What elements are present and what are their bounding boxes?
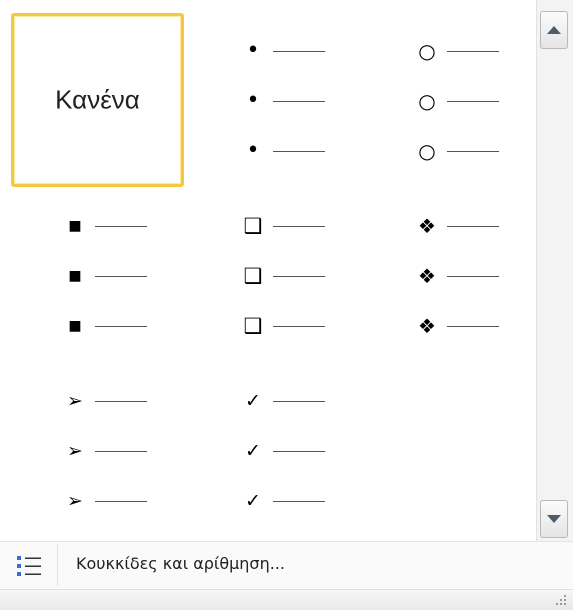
bullet-arrowhead-icon: ➢ (67, 440, 83, 462)
resize-grip-icon[interactable] (555, 594, 567, 606)
bullet-preview-row: • (239, 38, 325, 63)
text-placeholder-line (95, 225, 147, 227)
text-placeholder-line (447, 325, 499, 327)
bullet-arrowhead-icon: ➢ (67, 490, 83, 512)
bullet-preview-row: ✓ (239, 491, 325, 511)
text-placeholder-line (273, 325, 325, 327)
bullet-preview-row: ■ (61, 266, 147, 286)
bullet-preview-row: ➢ (61, 491, 147, 511)
bullet-preview-row: ❑ (239, 264, 325, 288)
text-placeholder-line (447, 150, 499, 152)
bullet-checkmark-icon: ✓ (245, 490, 261, 512)
bullet-option-bullet-hollow-box[interactable]: ❑ ❑ ❑ (189, 188, 362, 362)
text-placeholder-line (273, 450, 325, 452)
text-placeholder-line (95, 400, 147, 402)
bullet-checkmark-icon: ✓ (245, 440, 261, 462)
text-placeholder-line (273, 400, 325, 402)
text-placeholder-line (273, 500, 325, 502)
define-new-bullet-menu-item[interactable]: Κουκκίδες και αρίθμηση... (0, 541, 573, 589)
define-new-bullet-label: Κουκκίδες και αρίθμηση... (76, 554, 285, 573)
bullet-four-diamond-icon: ❖ (418, 314, 436, 338)
bullet-dot-icon: • (246, 138, 260, 163)
triangle-up-icon (547, 26, 561, 34)
bullet-preview-row: ○ (413, 41, 499, 61)
bullet-filled-square-icon: ■ (68, 268, 82, 284)
bullet-hollow-box-icon: ❑ (243, 214, 263, 238)
bullet-option-bullet-hollow-circle[interactable]: ○ ○ ○ (363, 13, 536, 187)
bullet-four-diamond-icon: ❖ (418, 264, 436, 288)
bullet-filled-square-icon: ■ (68, 318, 82, 334)
gallery-scrollbar[interactable] (536, 0, 573, 541)
menu-separator (57, 544, 58, 586)
text-placeholder-line (95, 275, 147, 277)
bullet-dot-icon: • (246, 88, 260, 113)
bullet-preview-row: ○ (413, 91, 499, 111)
bullet-preview-row: ■ (61, 316, 147, 336)
bullet-preview-row: ✓ (239, 391, 325, 411)
text-placeholder-line (273, 150, 325, 152)
text-placeholder-line (447, 225, 499, 227)
scroll-up-button[interactable] (540, 11, 568, 49)
text-placeholder-line (273, 275, 325, 277)
bullet-dot-icon: • (246, 38, 260, 63)
resize-strip (0, 589, 573, 610)
bullet-preview-row: ➢ (61, 441, 147, 461)
none-label: Κανένα (55, 84, 140, 115)
text-placeholder-line (447, 50, 499, 52)
text-placeholder-line (95, 325, 147, 327)
text-placeholder-line (273, 50, 325, 52)
bullet-hollow-circle-icon: ○ (418, 89, 436, 113)
bullet-option-bullet-checkmark[interactable]: ✓ ✓ ✓ (189, 363, 362, 537)
bullet-option-bullet-arrowhead[interactable]: ➢ ➢ ➢ (11, 363, 184, 537)
bullet-hollow-circle-icon: ○ (418, 39, 436, 63)
bullet-library-gallery: Κανένα • • • ○ ○ ○ ■ ■ ■ ❑ ❑ ❑ ❖ ❖ ❖ ➢ ➢ ➢ ✓ ✓ ✓ (0, 0, 534, 541)
text-placeholder-line (95, 450, 147, 452)
bullet-option-bullet-dot[interactable]: • • • (189, 13, 362, 187)
bullet-option-bullet-filled-square[interactable]: ■ ■ ■ (11, 188, 184, 362)
bullet-preview-row: ❖ (413, 266, 499, 286)
bullet-preview-row: ➢ (61, 391, 147, 411)
bullet-preview-row: ❑ (239, 314, 325, 338)
text-placeholder-line (447, 275, 499, 277)
text-placeholder-line (273, 225, 325, 227)
bullet-option-none[interactable]: Κανένα (11, 13, 184, 187)
bullet-preview-row: ❑ (239, 214, 325, 238)
bulleted-list-icon (17, 556, 41, 576)
bullet-preview-row: ✓ (239, 441, 325, 461)
bullet-arrowhead-icon: ➢ (67, 390, 83, 412)
bullet-four-diamond-icon: ❖ (418, 214, 436, 238)
bullet-preview-row: ❖ (413, 316, 499, 336)
bullet-checkmark-icon: ✓ (245, 390, 261, 412)
text-placeholder-line (447, 100, 499, 102)
triangle-down-icon (547, 515, 561, 523)
bullet-preview-row: ○ (413, 141, 499, 161)
bullet-preview-row: • (239, 88, 325, 113)
bullet-hollow-circle-icon: ○ (418, 139, 436, 163)
bullet-preview-row: • (239, 138, 325, 163)
bullet-hollow-box-icon: ❑ (243, 264, 263, 288)
bullet-preview-row: ■ (61, 216, 147, 236)
text-placeholder-line (273, 100, 325, 102)
bullet-preview-row: ❖ (413, 216, 499, 236)
scroll-down-button[interactable] (540, 500, 568, 538)
text-placeholder-line (95, 500, 147, 502)
bullet-option-bullet-four-diamond[interactable]: ❖ ❖ ❖ (363, 188, 536, 362)
bullet-hollow-box-icon: ❑ (243, 314, 263, 338)
bullet-filled-square-icon: ■ (68, 218, 82, 234)
